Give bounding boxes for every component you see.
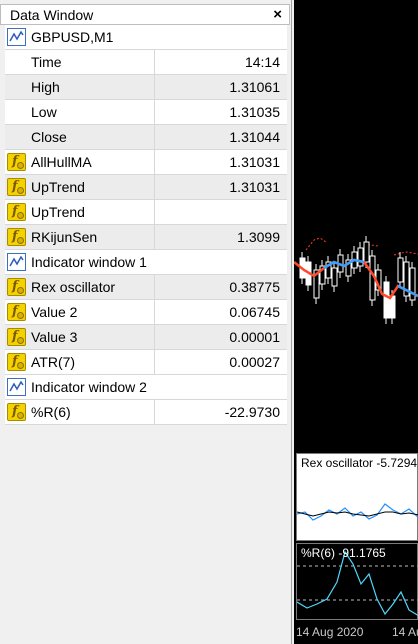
candle-body [397, 257, 404, 283]
data-window-group-header[interactable]: Indicator window 2 [5, 375, 287, 400]
indicator-f-icon: f [7, 203, 26, 221]
row-value: 0.00027 [229, 354, 280, 370]
candle-body [383, 281, 390, 319]
kijun-line [393, 251, 418, 256]
chart-window-icon [7, 378, 26, 396]
time-axis-label-2: 14 Au [392, 625, 418, 639]
data-window-row[interactable]: f Rex oscillator 0.38775 [5, 275, 287, 300]
indicator-f-icon: f [7, 353, 26, 371]
indicator-f-icon: f [7, 303, 26, 321]
time-axis: 14 Aug 2020 14 Au [296, 622, 418, 644]
row-label: Rex oscillator [31, 279, 116, 295]
row-value: -22.9730 [224, 404, 280, 420]
indicator-subwindow-1[interactable]: Rex oscillator -5.7294 [296, 453, 418, 541]
row-label: Value 3 [31, 329, 78, 345]
data-window-row[interactable]: f %R(6) -22.9730 [5, 400, 287, 425]
row-label: Low [31, 104, 57, 120]
row-value: 0.00001 [229, 329, 280, 345]
row-label-cell: f UpTrend [5, 200, 155, 224]
row-label-cell: Close [5, 125, 155, 149]
data-window-row[interactable]: Time 14:14 [5, 50, 287, 75]
data-window-row[interactable]: High 1.31061 [5, 75, 287, 100]
kijun-line [305, 237, 327, 251]
data-window-panel: Data Window × GBPUSD,M1 Time 14:14 High 1.31… [0, 0, 292, 644]
candle-body [357, 247, 364, 267]
row-label: UpTrend [31, 204, 85, 220]
row-label: %R(6) [31, 404, 71, 420]
data-window-row[interactable]: Low 1.31035 [5, 100, 287, 125]
row-label: GBPUSD,M1 [31, 29, 114, 45]
row-label-cell: f RKijunSen [5, 225, 155, 249]
row-value: 1.3099 [237, 229, 280, 245]
row-value: 1.31061 [229, 79, 280, 95]
row-label-cell: Time [5, 50, 155, 74]
indicator-f-icon: f [7, 403, 26, 421]
indicator-f-icon: f [7, 228, 26, 246]
indicator-f-icon: f [7, 153, 26, 171]
time-axis-label-1: 14 Aug 2020 [296, 625, 364, 639]
close-icon[interactable]: × [273, 6, 282, 23]
row-value: 0.06745 [229, 304, 280, 320]
data-window-row[interactable]: f Value 2 0.06745 [5, 300, 287, 325]
row-label-cell: f UpTrend [5, 175, 155, 199]
row-label-cell: f %R(6) [5, 400, 155, 424]
data-window-row[interactable]: f AllHullMA 1.31031 [5, 150, 287, 175]
candle-body [389, 295, 396, 319]
row-label-cell: GBPUSD,M1 [5, 25, 287, 49]
data-window-group-header[interactable]: GBPUSD,M1 [5, 25, 287, 50]
row-label-cell: Indicator window 2 [5, 375, 287, 399]
subwindow-1-label: Rex oscillator -5.7294 [301, 456, 418, 470]
row-label-cell: f Value 2 [5, 300, 155, 324]
row-label-cell: f AllHullMA [5, 150, 155, 174]
candle-body [331, 267, 338, 287]
chart-window-icon [7, 253, 26, 271]
row-label-cell: High [5, 75, 155, 99]
data-window-row[interactable]: f Value 3 0.00001 [5, 325, 287, 350]
row-label: Time [31, 54, 62, 70]
data-window-row[interactable]: f UpTrend [5, 200, 287, 225]
row-label: Indicator window 1 [31, 254, 147, 270]
candle-body [363, 241, 370, 263]
data-window-row[interactable]: f RKijunSen 1.3099 [5, 225, 287, 250]
rex-oscillator-line [297, 503, 418, 521]
row-label: Value 2 [31, 304, 78, 320]
indicator-f-icon: f [7, 278, 26, 296]
row-label: AllHullMA [31, 154, 92, 170]
indicator-f-icon: f [7, 328, 26, 346]
row-label: Close [31, 129, 67, 145]
row-label-cell: Indicator window 1 [5, 250, 287, 274]
row-label-cell: f Rex oscillator [5, 275, 155, 299]
data-window-table: GBPUSD,M1 Time 14:14 High 1.31061 Low 1.31035 C… [5, 25, 287, 425]
row-label: RKijunSen [31, 229, 98, 245]
row-label: ATR(7) [31, 354, 76, 370]
data-window-row[interactable]: f UpTrend 1.31031 [5, 175, 287, 200]
row-value: 1.31031 [229, 179, 280, 195]
row-label-cell: Low [5, 100, 155, 124]
williams-r-line [297, 550, 418, 617]
data-window-group-header[interactable]: Indicator window 1 [5, 250, 287, 275]
row-label: Indicator window 2 [31, 379, 147, 395]
row-label: UpTrend [31, 179, 85, 195]
row-value: 1.31044 [229, 129, 280, 145]
data-window-row[interactable]: f ATR(7) 0.00027 [5, 350, 287, 375]
row-label: High [31, 79, 60, 95]
row-value: 0.38775 [229, 279, 280, 295]
data-window-row[interactable]: Close 1.31044 [5, 125, 287, 150]
indicator-f-icon: f [7, 178, 26, 196]
row-value: 1.31031 [229, 154, 280, 170]
chart-window-icon [7, 28, 26, 46]
indicator-subwindow-2[interactable]: %R(6) -91.1765 [296, 543, 418, 620]
price-chart-canvas [294, 236, 418, 324]
row-value: 14:14 [244, 54, 280, 70]
data-window-title: Data Window [10, 7, 94, 23]
row-label-cell: f ATR(7) [5, 350, 155, 374]
subwindow-2-label: %R(6) -91.1765 [301, 546, 386, 560]
row-value: 1.31035 [229, 104, 280, 120]
data-window-titlebar: Data Window × [0, 4, 290, 25]
row-label-cell: f Value 3 [5, 325, 155, 349]
